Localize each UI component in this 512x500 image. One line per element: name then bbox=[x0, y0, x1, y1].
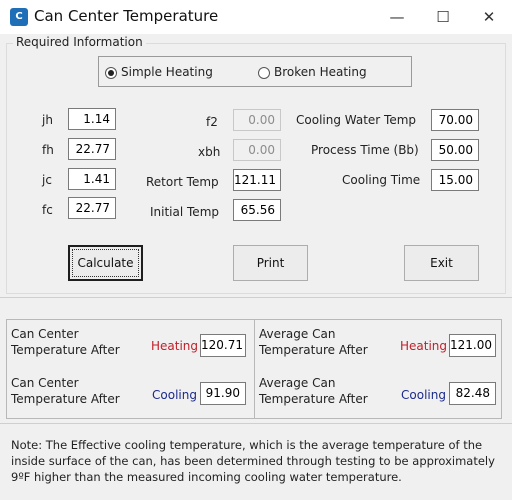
jc-field[interactable]: 1.41 bbox=[68, 168, 116, 190]
note-line-1: Note: The Effective cooling temperature,… bbox=[11, 438, 483, 452]
cooling-time-label: Cooling Time bbox=[342, 173, 421, 187]
cooling-time-field[interactable]: 15.00 bbox=[431, 169, 479, 191]
fh-label: fh bbox=[42, 143, 54, 157]
jh-field[interactable]: 1.14 bbox=[68, 108, 116, 130]
process-time-label: Process Time (Bb) bbox=[311, 143, 419, 157]
xbh-label: xbh bbox=[198, 145, 221, 159]
center-heating-value: 120.71 bbox=[200, 334, 246, 357]
xbh-field: 0.00 bbox=[233, 139, 281, 161]
section-separator bbox=[0, 297, 512, 298]
simple-heating-label[interactable]: Simple Heating bbox=[121, 65, 213, 79]
note-line-2: inside surface of the can, has been dete… bbox=[11, 454, 495, 468]
average-cooling-label-2: Temperature After bbox=[259, 392, 368, 406]
f2-label: f2 bbox=[206, 115, 218, 129]
results-divider bbox=[254, 319, 255, 419]
exit-button-label: Exit bbox=[430, 256, 453, 270]
window-title: Can Center Temperature bbox=[34, 7, 219, 25]
center-heating-label-2: Temperature After bbox=[11, 343, 120, 357]
fc-field[interactable]: 22.77 bbox=[68, 197, 116, 219]
center-cooling-label-2: Temperature After bbox=[11, 392, 120, 406]
average-cooling-value: 82.48 bbox=[449, 382, 496, 405]
process-time-field[interactable]: 50.00 bbox=[431, 139, 479, 161]
note-line-3: 9ºF higher than the measured incoming co… bbox=[11, 470, 402, 484]
print-button-label: Print bbox=[256, 256, 285, 270]
cooling-water-temp-label: Cooling Water Temp bbox=[296, 113, 417, 127]
average-heating-value: 121.00 bbox=[449, 334, 496, 357]
retort-temp-field[interactable]: 121.11 bbox=[233, 169, 281, 191]
initial-temp-field[interactable]: 65.56 bbox=[233, 199, 281, 221]
average-heating-phase: Heating bbox=[400, 339, 448, 353]
calculate-button-label: Calculate bbox=[77, 256, 134, 270]
center-cooling-label-1: Can Center bbox=[11, 376, 79, 390]
exit-button[interactable]: Exit bbox=[404, 245, 479, 281]
average-heating-label-2: Temperature After bbox=[259, 343, 368, 357]
jc-label: jc bbox=[42, 173, 52, 187]
jh-label: jh bbox=[42, 113, 53, 127]
calculate-button[interactable]: Calculate bbox=[68, 245, 143, 281]
close-button[interactable]: ✕ bbox=[466, 0, 512, 34]
maximize-button[interactable]: ☐ bbox=[420, 0, 466, 34]
f2-field: 0.00 bbox=[233, 109, 281, 131]
required-info-label: Required Information bbox=[13, 35, 146, 49]
fc-label: fc bbox=[42, 203, 53, 217]
simple-heating-radio[interactable] bbox=[105, 67, 117, 79]
app-icon: C bbox=[10, 8, 28, 26]
minimize-button[interactable]: — bbox=[374, 0, 420, 34]
retort-temp-label: Retort Temp bbox=[146, 175, 219, 189]
average-cooling-label-1: Average Can bbox=[259, 376, 336, 390]
average-heating-label-1: Average Can bbox=[259, 327, 336, 341]
broken-heating-label[interactable]: Broken Heating bbox=[274, 65, 367, 79]
print-button[interactable]: Print bbox=[233, 245, 308, 281]
note-separator bbox=[0, 423, 512, 424]
center-heating-label-1: Can Center bbox=[11, 327, 79, 341]
broken-heating-radio[interactable] bbox=[258, 67, 270, 79]
center-cooling-value: 91.90 bbox=[200, 382, 246, 405]
fh-field[interactable]: 22.77 bbox=[68, 138, 116, 160]
average-cooling-phase: Cooling bbox=[401, 388, 446, 402]
cooling-water-temp-field[interactable]: 70.00 bbox=[431, 109, 479, 131]
center-cooling-phase: Cooling bbox=[152, 388, 197, 402]
center-heating-phase: Heating bbox=[151, 339, 199, 353]
initial-temp-label: Initial Temp bbox=[150, 205, 219, 219]
